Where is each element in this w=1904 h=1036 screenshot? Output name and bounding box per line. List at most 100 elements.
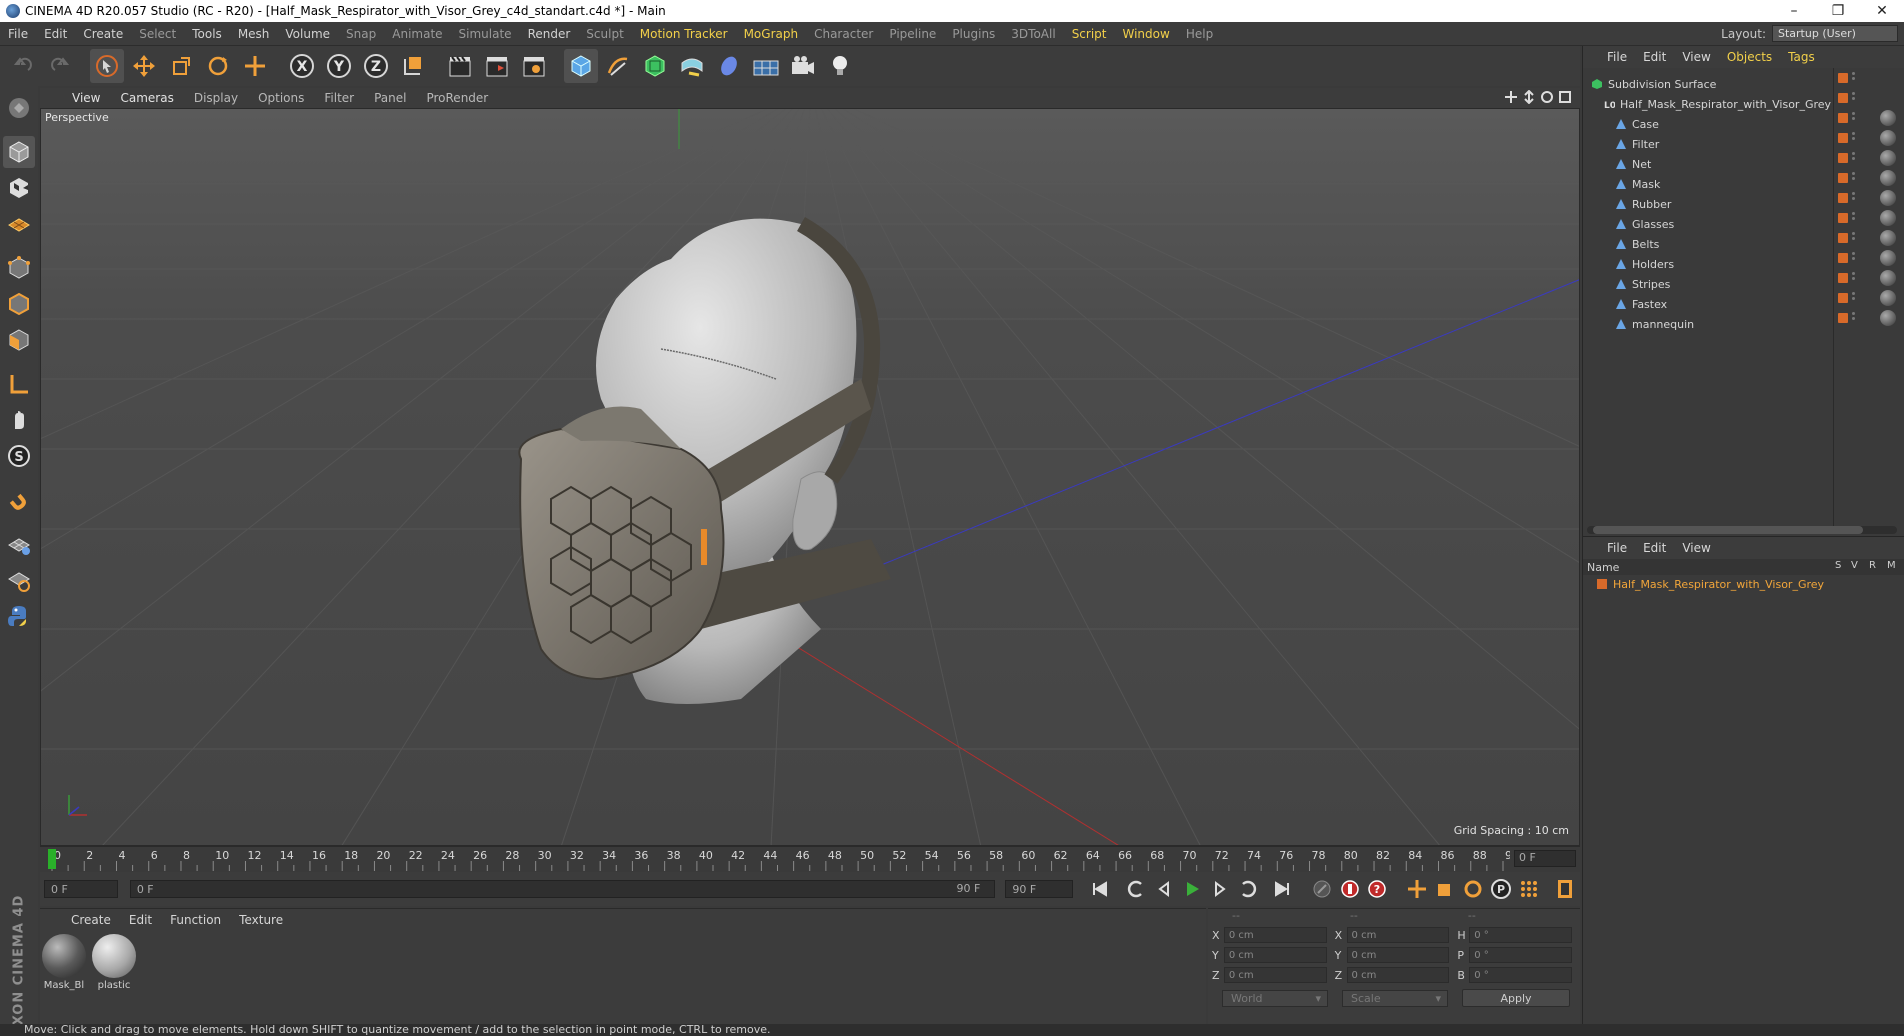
- menu-render[interactable]: Render: [520, 27, 579, 41]
- key-parameter-icon[interactable]: P: [1488, 876, 1514, 902]
- python-icon[interactable]: [3, 600, 35, 632]
- end-frame-field[interactable]: 90 F: [1005, 880, 1074, 898]
- visibility-dots-icon[interactable]: [1852, 272, 1856, 284]
- object-row[interactable]: Rubber: [1583, 194, 1833, 214]
- viewport-menu-panel[interactable]: Panel: [364, 91, 416, 105]
- objmgr-menu-objects[interactable]: Objects: [1719, 50, 1780, 64]
- edit-flag-icon[interactable]: [1838, 233, 1848, 243]
- render-picture-viewer-icon[interactable]: [480, 49, 514, 83]
- redo-icon[interactable]: [43, 49, 77, 83]
- polygons-mode-icon[interactable]: [3, 324, 35, 356]
- viewport-menu-filter[interactable]: Filter: [314, 91, 364, 105]
- menu-file[interactable]: File: [0, 27, 36, 41]
- select-arrow-icon[interactable]: [90, 49, 124, 83]
- timeline-ruler[interactable]: 0 2 4 6 8 10 12 14 16 18 20 22 24 26 28 30 32 34 36 38 40 42 4…: [40, 846, 1580, 871]
- edit-flag-icon[interactable]: [1838, 313, 1848, 323]
- visibility-dots-icon[interactable]: [1852, 112, 1856, 124]
- menu-sculpt[interactable]: Sculpt: [578, 27, 631, 41]
- material-tag-icon[interactable]: [1880, 130, 1896, 146]
- visibility-dots-icon[interactable]: [1852, 132, 1856, 144]
- material-menu-create[interactable]: Create: [62, 913, 120, 927]
- menu-snap[interactable]: Snap: [338, 27, 384, 41]
- make-editable-icon[interactable]: [3, 92, 35, 124]
- undo-icon[interactable]: [6, 49, 40, 83]
- render-settings-icon[interactable]: [517, 49, 551, 83]
- material-tag-icon[interactable]: [1880, 270, 1896, 286]
- render-view-icon[interactable]: [443, 49, 477, 83]
- menu-3dtoall[interactable]: 3DToAll: [1003, 27, 1063, 41]
- material-menu-edit[interactable]: Edit: [120, 913, 161, 927]
- viewport-menu-options[interactable]: Options: [248, 91, 314, 105]
- visibility-dots-icon[interactable]: [1852, 192, 1856, 204]
- viewport-menu-display[interactable]: Display: [184, 91, 248, 105]
- objmgr-menu-tags[interactable]: Tags: [1780, 50, 1823, 64]
- object-manager-scrollbar[interactable]: [1587, 526, 1897, 534]
- 3d-viewport[interactable]: Perspective Grid Spacing : 10 cm: [40, 108, 1580, 846]
- points-mode-icon[interactable]: [3, 252, 35, 284]
- motion-record-icon[interactable]: [1309, 876, 1335, 902]
- menu-character[interactable]: Character: [806, 27, 881, 41]
- menu-tools[interactable]: Tools: [184, 27, 230, 41]
- deformer-icon[interactable]: [675, 49, 709, 83]
- visibility-dots-icon[interactable]: [1852, 232, 1856, 244]
- loop-back-icon[interactable]: [1123, 876, 1149, 902]
- edit-flag-icon[interactable]: [1838, 73, 1848, 83]
- material-tag-icon[interactable]: [1880, 150, 1896, 166]
- menu-motion-tracker[interactable]: Motion Tracker: [632, 27, 736, 41]
- menu-animate[interactable]: Animate: [384, 27, 450, 41]
- dolly-view-icon[interactable]: [1522, 90, 1536, 104]
- viewport-menu-view[interactable]: View: [62, 91, 110, 105]
- menu-edit[interactable]: Edit: [36, 27, 75, 41]
- pan-view-icon[interactable]: [1504, 90, 1518, 104]
- edit-flag-icon[interactable]: [1838, 153, 1848, 163]
- menu-volume[interactable]: Volume: [277, 27, 338, 41]
- next-frame-icon[interactable]: [1207, 876, 1233, 902]
- viewport-menu-prorender[interactable]: ProRender: [416, 91, 498, 105]
- timeline-layout-icon[interactable]: [1552, 876, 1578, 902]
- position-x-field[interactable]: 0 cm: [1223, 927, 1327, 943]
- light-icon[interactable]: [823, 49, 857, 83]
- axis-mode-icon[interactable]: [3, 368, 35, 400]
- goto-start-icon[interactable]: [1087, 876, 1113, 902]
- menu-plugins[interactable]: Plugins: [944, 27, 1003, 41]
- goto-end-icon[interactable]: [1269, 876, 1295, 902]
- visibility-dots-icon[interactable]: [1852, 72, 1856, 84]
- menu-create[interactable]: Create: [75, 27, 131, 41]
- edit-flag-icon[interactable]: [1838, 193, 1848, 203]
- edit-flag-icon[interactable]: [1838, 93, 1848, 103]
- layer-menu-view[interactable]: View: [1674, 541, 1718, 555]
- menu-mograph[interactable]: MoGraph: [736, 27, 807, 41]
- y-axis-icon[interactable]: Y: [322, 49, 356, 83]
- key-rotation-icon[interactable]: [1460, 876, 1486, 902]
- model-mode-icon[interactable]: [3, 136, 35, 168]
- subdivision-icon[interactable]: [638, 49, 672, 83]
- edit-flag-icon[interactable]: [1838, 253, 1848, 263]
- edit-flag-icon[interactable]: [1838, 173, 1848, 183]
- material-tag-icon[interactable]: [1880, 170, 1896, 186]
- record-keys-icon[interactable]: [1337, 876, 1363, 902]
- edit-flag-icon[interactable]: [1838, 293, 1848, 303]
- move-icon[interactable]: [127, 49, 161, 83]
- material-swatch[interactable]: plastic: [92, 934, 136, 991]
- scale-icon[interactable]: [164, 49, 198, 83]
- material-tag-icon[interactable]: [1880, 190, 1896, 206]
- transform-icon[interactable]: [238, 49, 272, 83]
- autokey-icon[interactable]: ?: [1364, 876, 1390, 902]
- texture-mode-icon[interactable]: [3, 172, 35, 204]
- edit-flag-icon[interactable]: [1838, 133, 1848, 143]
- object-row[interactable]: Belts: [1583, 234, 1833, 254]
- orbit-view-icon[interactable]: [1540, 90, 1554, 104]
- object-row[interactable]: Holders: [1583, 254, 1833, 274]
- object-row[interactable]: Fastex: [1583, 294, 1833, 314]
- edit-flag-icon[interactable]: [1838, 113, 1848, 123]
- edit-flag-icon[interactable]: [1838, 273, 1848, 283]
- field-icon[interactable]: [712, 49, 746, 83]
- visibility-dots-icon[interactable]: [1852, 172, 1856, 184]
- rotation-b-field[interactable]: 0 °: [1469, 967, 1573, 983]
- material-menu-texture[interactable]: Texture: [230, 913, 292, 927]
- key-scale-icon[interactable]: [1432, 876, 1458, 902]
- coordinate-space-dropdown[interactable]: World ▾: [1222, 989, 1328, 1007]
- floor-icon[interactable]: [749, 49, 783, 83]
- current-frame-field[interactable]: 0 F: [1514, 850, 1576, 867]
- material-tag-icon[interactable]: [1880, 290, 1896, 306]
